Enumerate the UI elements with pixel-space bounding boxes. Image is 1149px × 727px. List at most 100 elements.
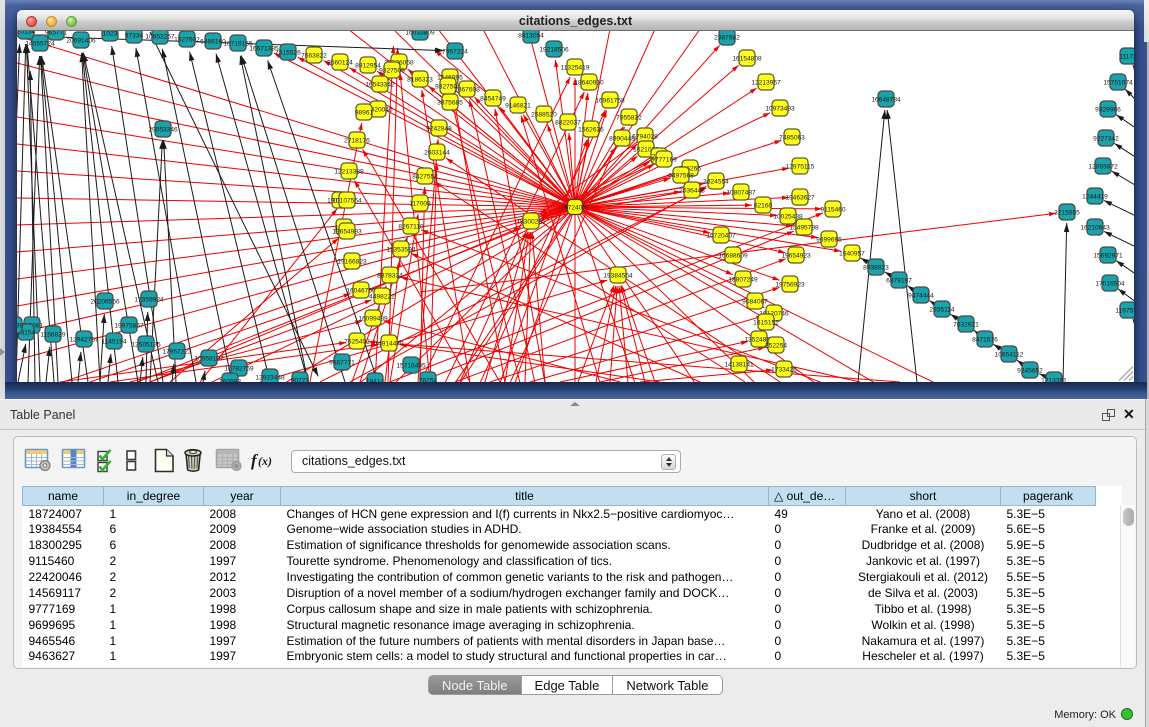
svg-text:1145194: 1145194 [101, 339, 127, 346]
svg-text:15495798: 15495798 [789, 225, 819, 232]
svg-text:9245652: 9245652 [1017, 368, 1043, 375]
svg-text:7515526: 7515526 [275, 50, 301, 57]
svg-text:20134: 20134 [17, 31, 35, 36]
svg-text:(x): (x) [258, 454, 272, 468]
svg-text:18724007: 18724007 [560, 205, 590, 212]
svg-text:16099489: 16099489 [358, 316, 388, 323]
svg-text:17016504: 17016504 [1095, 281, 1125, 288]
svg-text:8186323: 8186323 [407, 77, 433, 84]
svg-text:1156829: 1156829 [40, 332, 66, 339]
svg-text:1733426: 1733426 [771, 367, 797, 374]
svg-text:14914479: 14914479 [374, 341, 404, 348]
svg-text:15720407: 15720407 [706, 233, 736, 240]
svg-text:29053346: 29053346 [148, 127, 178, 134]
svg-text:10807487: 10807487 [726, 190, 756, 197]
svg-text:1615152: 1615152 [753, 320, 779, 327]
svg-text:6879197: 6879197 [886, 278, 912, 285]
svg-text:16210643: 16210643 [1080, 225, 1110, 232]
svg-text:11325419: 11325419 [561, 65, 590, 72]
svg-text:19975867: 19975867 [114, 323, 144, 330]
svg-text:6794028: 6794028 [632, 134, 658, 141]
svg-text:17957223: 17957223 [162, 349, 192, 356]
svg-text:8471676: 8471676 [972, 337, 998, 344]
svg-text:7625402: 7625402 [344, 339, 370, 346]
svg-text:16033809: 16033809 [405, 31, 435, 37]
svg-text:10958107: 10958107 [194, 356, 224, 363]
svg-text:7663822: 7663822 [301, 53, 327, 60]
svg-text:3215955: 3215955 [1054, 210, 1080, 217]
svg-text:9329966: 9329966 [1095, 107, 1121, 114]
svg-text:1244419: 1244419 [1082, 194, 1108, 201]
svg-text:8454749: 8454749 [480, 96, 506, 103]
svg-text:9146821: 9146821 [505, 103, 531, 110]
svg-text:97334: 97334 [125, 33, 144, 40]
svg-text:1167533: 1167533 [1115, 308, 1134, 315]
svg-text:2588520: 2588520 [531, 112, 557, 119]
svg-text:8938923: 8938923 [863, 265, 889, 272]
svg-text:18640910: 18640910 [574, 80, 604, 87]
svg-text:12213967: 12213967 [751, 80, 781, 87]
svg-text:6497568: 6497568 [668, 173, 694, 180]
svg-text:19384554: 19384554 [603, 273, 633, 280]
svg-text:965771: 965771 [45, 31, 67, 37]
svg-text:2935114: 2935114 [929, 307, 955, 314]
svg-text:10653267: 10653267 [145, 34, 175, 41]
svg-text:9084067: 9084067 [742, 299, 768, 306]
svg-text:19463627: 19463627 [785, 195, 815, 202]
svg-text:6466160: 6466160 [200, 39, 226, 46]
svg-text:16782759: 16782759 [224, 366, 254, 373]
svg-text:12975115: 12975115 [786, 164, 815, 171]
svg-text:7485063: 7485063 [779, 135, 805, 142]
svg-text:9560124: 9560124 [327, 60, 353, 67]
svg-text:19756923: 19756923 [775, 282, 805, 289]
svg-text:252254: 252254 [765, 343, 787, 350]
svg-text:8822037: 8822037 [555, 120, 581, 127]
svg-text:8813054: 8813054 [518, 33, 544, 40]
svg-text:12942757: 12942757 [69, 337, 99, 344]
svg-text:16648784: 16648784 [871, 97, 901, 104]
svg-text:12505135: 12505135 [131, 342, 161, 349]
svg-text:11172: 11172 [1119, 54, 1134, 61]
svg-text:4498222: 4498222 [369, 294, 395, 301]
svg-text:16154808: 16154808 [732, 56, 762, 63]
svg-text:117008: 117008 [409, 201, 431, 208]
svg-text:18300295: 18300295 [516, 219, 546, 226]
svg-text:14138141: 14138141 [724, 362, 754, 369]
svg-text:9327505: 9327505 [379, 68, 405, 75]
svg-text:1562635: 1562635 [578, 127, 604, 134]
svg-text:9777169: 9777169 [651, 157, 677, 164]
svg-text:25830: 25830 [17, 323, 23, 330]
svg-text:20206556: 20206556 [90, 299, 120, 306]
svg-text:8267110: 8267110 [398, 224, 424, 231]
svg-text:19166823: 19166823 [337, 259, 367, 266]
svg-text:10688609: 10688609 [718, 253, 748, 260]
svg-text:15716485: 15716485 [396, 363, 426, 370]
svg-text:19654983: 19654983 [332, 229, 362, 236]
svg-text:16961758: 16961758 [595, 98, 625, 105]
svg-text:10107554: 10107554 [332, 198, 362, 205]
svg-text:17359924: 17359924 [134, 297, 164, 304]
svg-text:1023: 1023 [103, 31, 118, 38]
svg-text:19218506: 19218506 [539, 47, 569, 54]
svg-text:20691406: 20691406 [66, 38, 96, 45]
svg-text:12213389: 12213389 [334, 169, 364, 176]
svg-text:18807249: 18807249 [728, 277, 758, 284]
svg-text:8427552: 8427552 [412, 174, 438, 181]
svg-text:12093872: 12093872 [1088, 164, 1118, 171]
svg-text:9657771: 9657771 [329, 360, 355, 367]
svg-text:3624554: 3624554 [703, 179, 729, 186]
svg-text:15751074: 15751074 [1103, 80, 1133, 87]
svg-text:16543342: 16543342 [365, 82, 395, 89]
svg-text:2036448: 2036448 [679, 188, 705, 195]
svg-text:11353594: 11353594 [387, 247, 416, 254]
svg-text:2387682: 2387682 [714, 35, 740, 42]
svg-text:1640957: 1640957 [839, 251, 865, 258]
svg-text:2718176: 2718176 [344, 138, 370, 145]
svg-text:10654112: 10654112 [995, 352, 1024, 359]
svg-text:7955822: 7955822 [616, 115, 642, 122]
svg-text:9242848: 9242848 [426, 126, 452, 133]
svg-text:9227342: 9227342 [1093, 136, 1119, 143]
svg-text:9699695: 9699695 [816, 237, 842, 244]
svg-text:1527602: 1527602 [174, 37, 200, 44]
svg-text:8878334: 8878334 [377, 273, 403, 280]
